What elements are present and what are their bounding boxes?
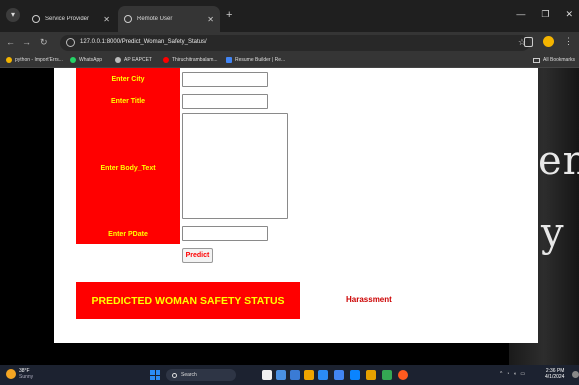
bookmark-label: python - Import'Errs... (15, 57, 63, 63)
folder-icon[interactable] (304, 370, 314, 380)
chrome-icon[interactable] (398, 370, 408, 380)
bookmark-favicon-icon (6, 57, 12, 63)
windows-start-icon[interactable] (150, 370, 160, 380)
app-icon[interactable] (382, 370, 392, 380)
tab-search-icon[interactable]: ▾ (6, 8, 20, 22)
bookmark-label: AP EAPCET (124, 57, 152, 63)
body-text-label: Enter Body_Text (76, 112, 180, 224)
notification-icon[interactable] (572, 371, 579, 378)
globe-icon (32, 15, 40, 23)
app-icon[interactable] (276, 370, 286, 380)
globe-icon (124, 15, 132, 23)
search-icon (172, 372, 177, 378)
clock-date: 4/1/2024 (545, 374, 565, 380)
whatsapp-icon (70, 57, 76, 63)
battery-icon[interactable]: ▭ (520, 371, 525, 377)
pdate-label: Enter PDate (76, 224, 180, 244)
weather-condition: Sunny (19, 374, 34, 380)
tab-remote-user[interactable]: Remote User ✕ (118, 6, 220, 32)
tab-service-provider[interactable]: Service Provider ✕ (26, 6, 116, 32)
windows-taskbar: 38°F Sunny Search ^ ◔ ◖ ▭ 2:36 PM 4/1/20… (0, 365, 579, 385)
app-icon[interactable] (334, 370, 344, 380)
app-icon[interactable] (318, 370, 328, 380)
document-icon (226, 57, 232, 63)
predicted-status: Harassment (346, 295, 392, 304)
taskbar-clock[interactable]: 2:36 PM 4/1/2024 (545, 368, 564, 380)
youtube-icon (163, 57, 169, 63)
address-bar[interactable]: 127.0.0.1:8000/Predict_Woman_Safety_Stat… (60, 35, 530, 51)
system-tray: ^ ◔ ◖ ▭ (500, 371, 525, 377)
url-text: 127.0.0.1:8000/Predict_Woman_Safety_Stat… (80, 39, 207, 45)
minimize-icon[interactable]: — (516, 9, 525, 20)
sun-icon (6, 369, 16, 379)
pdate-input[interactable] (182, 226, 268, 241)
bookmark-label: WhatsApp (79, 57, 103, 63)
tab-label: Service Provider (45, 16, 90, 22)
bookmark-label: Thiruchitrambalam... (172, 57, 218, 63)
globe-icon (115, 57, 121, 63)
bookmark-resume-builder[interactable]: Resume Builder | Re... (226, 57, 285, 63)
taskbar-search[interactable]: Search (166, 369, 236, 381)
search-placeholder: Search (181, 372, 197, 378)
chevron-up-icon[interactable]: ^ (500, 371, 502, 377)
bookmark-ap-eapcet[interactable]: AP EAPCET (115, 57, 152, 63)
profile-avatar[interactable] (543, 36, 554, 47)
page-viewport: en y Enter City Enter Title Enter Body_T… (0, 68, 579, 365)
new-tab-button[interactable]: + (226, 9, 232, 21)
more-menu-icon[interactable]: ⋮ (564, 36, 573, 47)
app-icon[interactable] (350, 370, 360, 380)
title-label: Enter Title (76, 90, 180, 112)
forward-icon[interactable]: → (22, 37, 31, 47)
all-bookmarks-label: All Bookmarks (543, 57, 575, 63)
back-icon[interactable]: ← (6, 37, 15, 47)
maximize-icon[interactable]: ❐ (541, 9, 549, 20)
browser-tab-strip: ▾ Service Provider ✕ Remote User ✕ + — ❐… (0, 0, 579, 32)
app-icon[interactable] (366, 370, 376, 380)
close-window-icon[interactable]: ✕ (565, 9, 573, 20)
bookmark-thiruchitrambalam[interactable]: Thiruchitrambalam... (163, 57, 218, 63)
tab-label: Remote User (137, 16, 173, 22)
file-explorer-icon[interactable] (262, 370, 272, 380)
bookmarks-bar: python - Import'Errs... WhatsApp AP EAPC… (0, 54, 579, 68)
all-bookmarks-button[interactable]: All Bookmarks (533, 57, 575, 63)
reload-icon[interactable]: ↻ (40, 37, 48, 48)
bookmark-label: Resume Builder | Re... (235, 57, 286, 63)
city-label: Enter City (76, 68, 180, 90)
background-text: y (541, 210, 564, 256)
close-tab-icon[interactable]: ✕ (207, 15, 214, 24)
predict-button[interactable]: Predict (182, 248, 213, 263)
volume-icon[interactable]: ◖ (513, 371, 516, 377)
prediction-form-card: Enter City Enter Title Enter Body_Text E… (54, 68, 538, 343)
city-input[interactable] (182, 72, 268, 87)
extensions-icon[interactable] (524, 36, 533, 47)
bookmark-python[interactable]: python - Import'Errs... (6, 57, 63, 63)
result-heading: PREDICTED WOMAN SAFETY STATUS (76, 282, 300, 319)
title-input[interactable] (182, 94, 268, 109)
close-tab-icon[interactable]: ✕ (103, 15, 110, 24)
wifi-icon[interactable]: ◔ (506, 371, 509, 377)
site-info-icon[interactable] (66, 38, 75, 47)
app-icon[interactable] (290, 370, 300, 380)
folder-icon (533, 57, 541, 63)
weather-widget[interactable]: 38°F Sunny (6, 368, 33, 380)
browser-toolbar: ← → ↻ 127.0.0.1:8000/Predict_Woman_Safet… (0, 32, 579, 54)
bookmark-whatsapp[interactable]: WhatsApp (70, 57, 102, 63)
body-text-textarea[interactable] (182, 113, 288, 219)
background-text: en (538, 138, 579, 184)
